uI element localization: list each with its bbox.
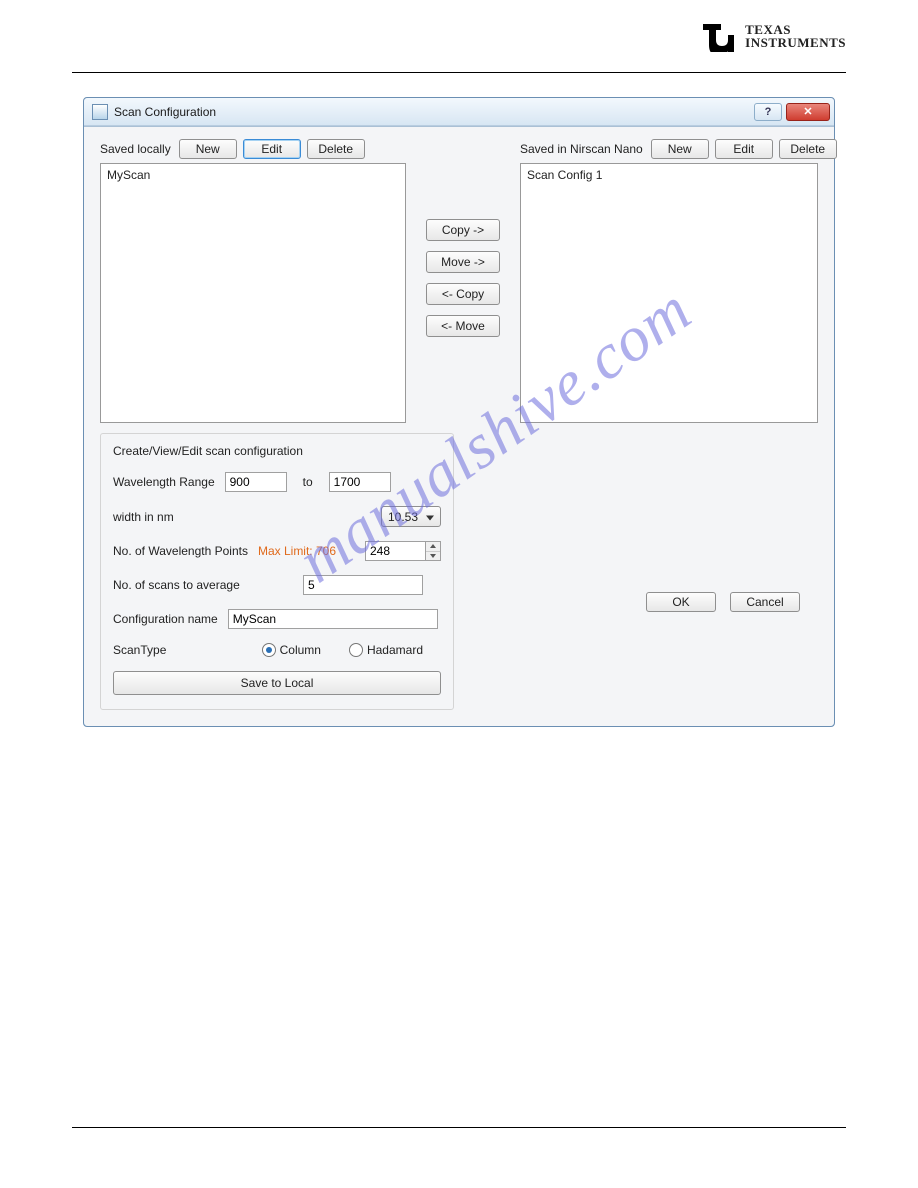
saved-locally-label: Saved locally	[100, 142, 171, 156]
config-form-panel: Create/View/Edit scan configuration Wave…	[100, 433, 454, 710]
saved-device-label: Saved in Nirscan Nano	[520, 142, 643, 156]
device-delete-button[interactable]: Delete	[779, 139, 837, 159]
close-button[interactable]	[786, 103, 830, 121]
to-label: to	[303, 475, 313, 489]
divider-bottom	[72, 1127, 846, 1128]
brand-logo: TEXAS INSTRUMENTS	[72, 20, 846, 52]
help-button[interactable]: ?	[754, 103, 782, 121]
dialog-window: Scan Configuration ? Saved locally New E…	[83, 97, 835, 727]
spin-down-icon[interactable]	[426, 552, 440, 561]
device-edit-button[interactable]: Edit	[715, 139, 773, 159]
ti-mark-icon	[701, 20, 739, 52]
local-new-button[interactable]: New	[179, 139, 237, 159]
device-new-button[interactable]: New	[651, 139, 709, 159]
copy-right-button[interactable]: Copy ->	[426, 219, 500, 241]
hadamard-label: Hadamard	[367, 643, 423, 657]
cfgname-label: Configuration name	[113, 612, 218, 626]
navg-input[interactable]	[303, 575, 423, 595]
navg-label: No. of scans to average	[113, 578, 240, 592]
titlebar: Scan Configuration ?	[84, 98, 834, 126]
device-listbox[interactable]: Scan Config 1	[520, 163, 818, 423]
spin-up-icon[interactable]	[426, 542, 440, 552]
save-local-button[interactable]: Save to Local	[113, 671, 441, 695]
width-select[interactable]: 10.53	[381, 506, 441, 527]
width-label: width in nm	[113, 510, 174, 524]
window-title: Scan Configuration	[114, 105, 754, 119]
move-right-button[interactable]: Move ->	[426, 251, 500, 273]
npoints-spinner[interactable]	[365, 541, 441, 561]
divider-top	[72, 72, 846, 73]
scantype-label: ScanType	[113, 643, 252, 657]
column-label: Column	[280, 643, 321, 657]
radio-icon	[262, 643, 276, 657]
app-icon	[92, 104, 108, 120]
copy-left-button[interactable]: <- Copy	[426, 283, 500, 305]
wavelength-from-input[interactable]	[225, 472, 287, 492]
cfgname-input[interactable]	[228, 609, 438, 629]
max-limit-label: Max Limit: 706	[258, 544, 336, 558]
npoints-input[interactable]	[365, 541, 425, 561]
wavelength-range-label: Wavelength Range	[113, 475, 215, 489]
width-value: 10.53	[388, 510, 418, 524]
list-item[interactable]: Scan Config 1	[527, 167, 811, 183]
local-edit-button[interactable]: Edit	[243, 139, 301, 159]
ok-button[interactable]: OK	[646, 592, 716, 612]
local-delete-button[interactable]: Delete	[307, 139, 365, 159]
brand-line2: INSTRUMENTS	[745, 36, 846, 49]
radio-icon	[349, 643, 363, 657]
move-left-button[interactable]: <- Move	[426, 315, 500, 337]
cancel-button[interactable]: Cancel	[730, 592, 800, 612]
panel-title: Create/View/Edit scan configuration	[113, 444, 441, 458]
list-item[interactable]: MyScan	[107, 167, 399, 183]
local-listbox[interactable]: MyScan	[100, 163, 406, 423]
wavelength-to-input[interactable]	[329, 472, 391, 492]
npoints-label: No. of Wavelength Points	[113, 544, 248, 558]
scantype-hadamard-radio[interactable]: Hadamard	[349, 643, 423, 657]
scantype-column-radio[interactable]: Column	[262, 643, 321, 657]
